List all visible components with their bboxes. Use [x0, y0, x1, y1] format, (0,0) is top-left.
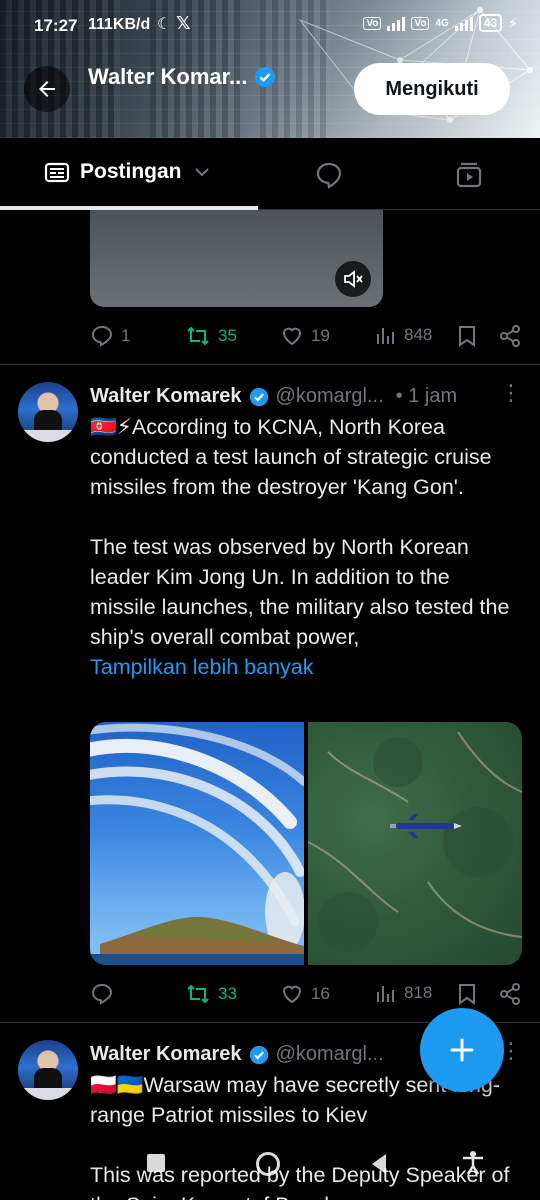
reply-icon	[91, 983, 113, 1005]
author-handle: @komargl...	[275, 1043, 384, 1065]
more-options-icon[interactable]: ⋮	[500, 380, 522, 406]
bookmark-icon	[459, 326, 475, 347]
tweet-header: Walter Komarek @komargl... • 1 jam	[90, 385, 457, 408]
bookmark-button[interactable]	[456, 982, 478, 1006]
tweet-paragraph-2: The test was observed by North Korean le…	[90, 535, 510, 649]
tab-posts-label: Postingan	[80, 160, 182, 183]
repost-button[interactable]: 35	[185, 324, 237, 348]
view-count: 818	[404, 983, 433, 1002]
moon-icon: ☾	[157, 16, 172, 33]
media-image-missile-trails[interactable]	[90, 722, 304, 965]
like-button[interactable]: 19	[280, 324, 330, 348]
tweet-header: Walter Komarek @komargl...	[90, 1043, 384, 1066]
reply-count: 1	[121, 326, 131, 345]
views-button[interactable]: 848	[375, 324, 432, 346]
system-nav-bar	[0, 1148, 540, 1200]
verified-badge-icon	[249, 1045, 268, 1064]
author-name[interactable]: Walter Komarek	[90, 385, 242, 408]
back-triangle-icon[interactable]	[368, 1152, 390, 1176]
show-more-link[interactable]: Tampilkan lebih banyak	[90, 652, 520, 682]
share-icon	[500, 325, 520, 347]
volte-icon: Vo	[363, 16, 382, 30]
tweet-actions: 33 16 818	[90, 980, 524, 1010]
tweet-media-grid[interactable]	[90, 722, 522, 965]
reply-button[interactable]: 1	[90, 324, 130, 348]
tab-posts[interactable]: Postingan	[44, 160, 212, 184]
reply-button[interactable]	[90, 982, 121, 1006]
tweet-divider	[0, 364, 540, 365]
signal-icon-2	[454, 15, 473, 31]
tweet-time: • 1 jam	[395, 385, 458, 407]
heart-icon	[282, 327, 302, 346]
profile-name-text: Walter Komar...	[88, 64, 248, 89]
repost-count: 35	[218, 326, 237, 345]
verified-badge-icon	[255, 67, 276, 87]
views-button[interactable]: 818	[375, 982, 432, 1004]
repost-count: 33	[218, 984, 237, 1003]
mute-button[interactable]	[335, 261, 371, 297]
status-time: 17:27	[34, 16, 78, 35]
author-name[interactable]: Walter Komarek	[90, 1043, 242, 1066]
avatar[interactable]	[18, 1040, 78, 1100]
recent-apps-button[interactable]	[147, 1154, 165, 1172]
reply-icon	[91, 325, 113, 347]
following-button[interactable]: Mengikuti	[354, 63, 510, 115]
speaker-mute-icon	[344, 270, 363, 288]
chat-bubble-icon[interactable]	[314, 160, 344, 190]
arrow-left-icon	[39, 81, 55, 97]
share-button[interactable]	[498, 982, 522, 1006]
repost-icon	[187, 326, 209, 346]
heart-icon	[282, 985, 302, 1004]
back-button[interactable]	[24, 66, 70, 112]
like-button[interactable]: 16	[280, 982, 330, 1006]
profile-tabs: Postingan	[0, 138, 540, 210]
media-image-cruise-missile[interactable]	[308, 722, 522, 965]
like-count: 19	[311, 326, 330, 345]
tweet-paragraph-1: 🇰🇵⚡According to KCNA, North Korea conduc…	[90, 415, 492, 499]
profile-title: Walter Komar...	[88, 64, 277, 90]
repost-icon	[187, 984, 209, 1004]
network-type: 4G	[435, 17, 449, 29]
charging-icon: ⚡	[508, 14, 518, 31]
status-bar: 17:27 111KB/d ☾ 𝕏 Vo Vo 4G 43 ⚡	[0, 0, 540, 50]
repost-button[interactable]: 33	[185, 982, 237, 1006]
chevron-down-icon	[194, 168, 209, 177]
bar-chart-icon	[377, 328, 394, 344]
avatar[interactable]	[18, 382, 78, 442]
video-icon[interactable]	[454, 160, 484, 190]
author-handle: @komargl...	[275, 385, 384, 407]
battery-icon: 43	[478, 14, 503, 32]
volte-icon-2: Vo	[411, 16, 430, 30]
accessibility-icon[interactable]	[460, 1150, 486, 1176]
bookmark-button[interactable]	[456, 324, 478, 348]
plus-icon	[450, 1038, 474, 1062]
posts-icon	[44, 162, 70, 183]
previous-tweet-video[interactable]	[90, 210, 383, 307]
verified-badge-icon	[249, 387, 268, 406]
status-speed: 111KB/d	[88, 16, 151, 33]
x-app-icon: 𝕏	[176, 13, 191, 33]
share-button[interactable]	[498, 324, 522, 348]
bookmark-icon	[459, 984, 475, 1005]
home-button[interactable]	[256, 1152, 280, 1176]
bar-chart-icon	[377, 986, 394, 1002]
previous-tweet-actions: 1 35 19 848	[90, 322, 524, 352]
signal-icon	[387, 15, 406, 31]
tweet-text: 🇰🇵⚡According to KCNA, North Korea conduc…	[90, 412, 520, 682]
compose-button[interactable]	[420, 1008, 504, 1092]
share-icon	[500, 983, 520, 1005]
like-count: 16	[311, 984, 330, 1003]
view-count: 848	[404, 325, 433, 344]
